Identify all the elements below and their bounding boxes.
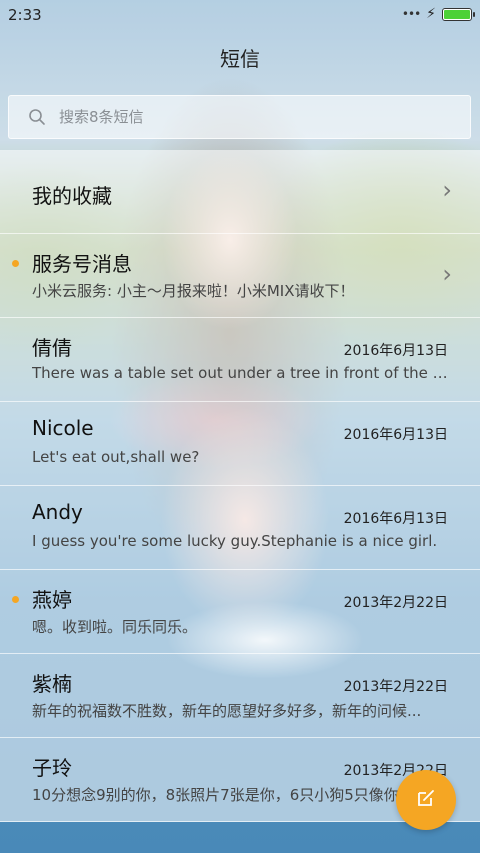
row-preview: I guess you're some lucky guy.Stephanie … [32, 532, 438, 550]
unread-dot [12, 596, 19, 603]
row-service-messages[interactable]: 服务号消息 小米云服务: 小主～月报来啦！小米MIX请收下！ › [0, 234, 480, 318]
conversation-list: 我的收藏 › 服务号消息 小米云服务: 小主～月报来啦！小米MIX请收下！ › … [0, 150, 480, 822]
page-title: 短信 [220, 47, 260, 71]
row-name: 紫楠 [32, 672, 72, 696]
row-preview: 小米云服务: 小主～月报来啦！小米MIX请收下！ [32, 282, 355, 300]
status-bar: 2:33 ••• ⚡ [0, 0, 480, 30]
search-bar[interactable] [8, 95, 471, 139]
search-input[interactable] [57, 107, 441, 127]
chevron-right-icon: › [442, 260, 452, 288]
unread-dot [12, 260, 19, 267]
battery-icon [442, 7, 475, 21]
search-icon [23, 103, 51, 131]
row-name: 燕婷 [32, 588, 72, 612]
charging-bolt-icon: ⚡ [426, 6, 436, 22]
status-icons: ••• ⚡ [401, 6, 475, 22]
battery-level [444, 9, 470, 19]
row-date: 2016年6月13日 [343, 343, 448, 359]
row-date: 2016年6月13日 [343, 427, 448, 443]
status-time: 2:33 [8, 6, 42, 24]
row-preview: 新年的祝福数不胜数，新年的愿望好多好多，新年的问候... [32, 702, 422, 720]
chevron-right-icon: › [442, 176, 452, 204]
row-name: Nicole [32, 416, 94, 440]
row-name: 服务号消息 [32, 252, 132, 276]
row-date: 2016年6月13日 [343, 511, 448, 527]
row-name: 子玲 [32, 756, 72, 780]
row-preview: 10分想念9别的你，8张照片7张是你，6只小狗5只像你 [32, 786, 399, 804]
row-favorites[interactable]: 我的收藏 › [0, 150, 480, 234]
conversation-row[interactable]: 燕婷 2013年2月22日 嗯。收到啦。同乐同乐。 [0, 570, 480, 654]
conversation-row[interactable]: 紫楠 2013年2月22日 新年的祝福数不胜数，新年的愿望好多好多，新年的问候.… [0, 654, 480, 738]
row-name: 倩倩 [32, 336, 72, 360]
row-preview: 嗯。收到啦。同乐同乐。 [32, 618, 198, 636]
conversation-row[interactable]: Andy 2016年6月13日 I guess you're some luck… [0, 486, 480, 570]
conversation-row[interactable]: Nicole 2016年6月13日 Let's eat out,shall we… [0, 402, 480, 486]
row-name: 我的收藏 [32, 184, 112, 208]
signal-icon: ••• [401, 7, 421, 21]
conversation-row[interactable]: 倩倩 2016年6月13日 There was a table set out … [0, 318, 480, 402]
row-preview: Let's eat out,shall we? [32, 448, 200, 466]
row-date: 2013年2月22日 [343, 595, 448, 611]
compose-button[interactable] [396, 770, 456, 830]
row-name: Andy [32, 500, 83, 524]
compose-icon [416, 788, 436, 812]
row-preview: There was a table set out under a tree i… [32, 364, 452, 382]
row-date: 2013年2月22日 [343, 679, 448, 695]
